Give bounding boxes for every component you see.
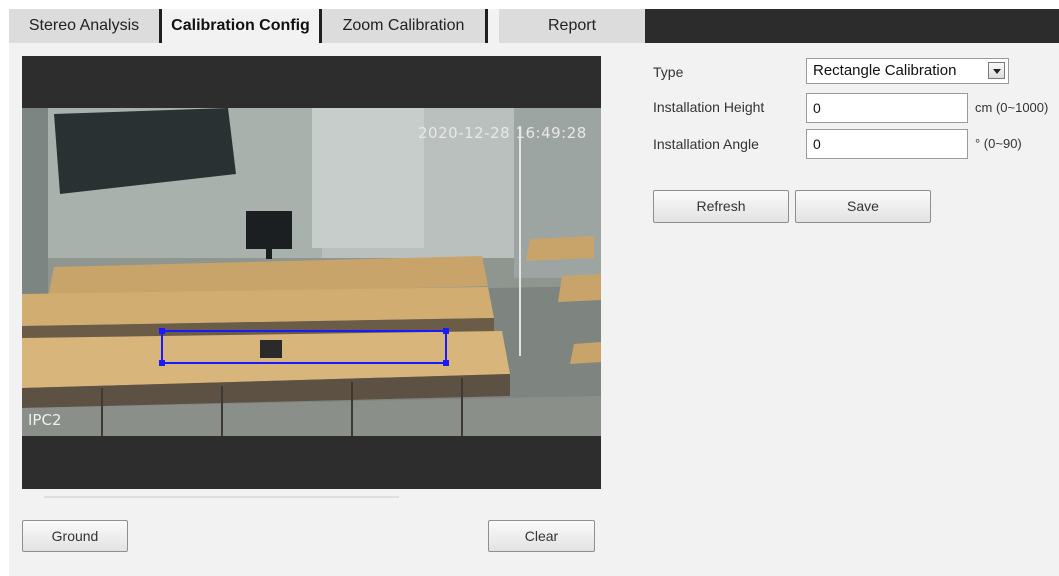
divider bbox=[44, 496, 399, 498]
refresh-button[interactable]: Refresh bbox=[653, 190, 789, 223]
clear-button[interactable]: Clear bbox=[488, 520, 595, 552]
tab-report[interactable]: Report bbox=[499, 9, 645, 43]
installation-height-label: Installation Height bbox=[653, 99, 765, 115]
installation-height-unit: cm (0~1000) bbox=[975, 100, 1049, 115]
video-timestamp: 2020-12-28 16:49:28 bbox=[418, 124, 587, 142]
ground-button[interactable]: Ground bbox=[22, 520, 128, 552]
type-label: Type bbox=[653, 64, 684, 80]
tab-bar-fill bbox=[645, 9, 1059, 43]
type-select[interactable]: Rectangle Calibration bbox=[806, 58, 1009, 84]
tab-calibration-config[interactable]: Calibration Config bbox=[162, 9, 319, 43]
video-preview[interactable] bbox=[22, 56, 601, 489]
camera-scene bbox=[22, 108, 601, 436]
tab-stereo-analysis[interactable]: Stereo Analysis bbox=[9, 9, 159, 43]
video-channel-label: IPC2 bbox=[28, 411, 62, 429]
installation-height-input[interactable]: 0 bbox=[806, 93, 968, 123]
type-select-value: Rectangle Calibration bbox=[813, 62, 957, 79]
installation-angle-label: Installation Angle bbox=[653, 136, 759, 152]
tab-zoom-calibration[interactable]: Zoom Calibration bbox=[322, 9, 485, 43]
chevron-down-icon[interactable] bbox=[988, 62, 1005, 79]
tab-bar: Stereo Analysis Calibration Config Zoom … bbox=[9, 9, 1059, 43]
installation-angle-unit: ° (0~90) bbox=[975, 136, 1022, 151]
save-button[interactable]: Save bbox=[795, 190, 931, 223]
tab-separator bbox=[485, 9, 488, 43]
installation-angle-input[interactable]: 0 bbox=[806, 129, 968, 159]
